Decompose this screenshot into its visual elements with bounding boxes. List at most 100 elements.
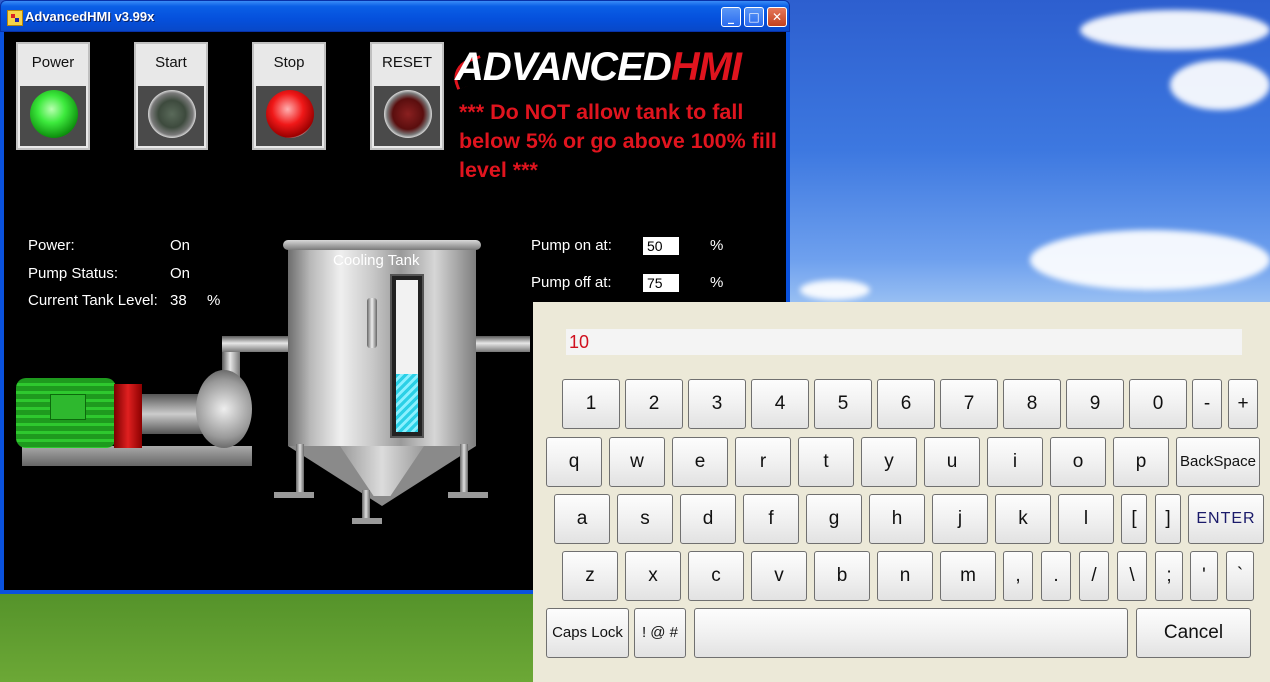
key-period[interactable]: .	[1041, 551, 1071, 601]
tank-title: Cooling Tank	[333, 252, 420, 269]
power-status-label: Power:	[28, 237, 75, 254]
logo-advanced: ADVANCED	[455, 45, 672, 89]
cancel-key[interactable]: Cancel	[1136, 608, 1251, 658]
key-v[interactable]: v	[751, 551, 807, 601]
power-status-value: On	[170, 237, 191, 254]
tank-level-gauge	[390, 274, 424, 438]
key-y[interactable]: y	[861, 437, 917, 487]
symbols-key[interactable]: ! @ #	[634, 608, 686, 658]
key-d[interactable]: d	[680, 494, 736, 544]
key-l[interactable]: l	[1058, 494, 1114, 544]
pump-status-label: Pump Status:	[28, 265, 119, 282]
space-key[interactable]	[694, 608, 1128, 658]
key-2[interactable]: 2	[625, 379, 683, 429]
caps-lock-key[interactable]: Caps Lock	[546, 608, 629, 658]
enter-key[interactable]: ENTER	[1188, 494, 1264, 544]
tank-leg	[460, 444, 468, 498]
title-bar[interactable]: AdvancedHMI v3.99x _ □ ✕	[0, 0, 790, 32]
key-quote[interactable]: '	[1190, 551, 1218, 601]
warning-message: *** Do NOT allow tank to fall below 5% o…	[459, 100, 777, 182]
key-u[interactable]: u	[924, 437, 980, 487]
close-button[interactable]: ✕	[767, 7, 787, 27]
cloud	[1170, 60, 1270, 110]
pump-on-label: Pump on at:	[531, 237, 612, 254]
key-z[interactable]: z	[562, 551, 618, 601]
keypad-input[interactable]: 10	[566, 329, 1242, 355]
key-3[interactable]: 3	[688, 379, 746, 429]
pump-on-unit: %	[710, 237, 724, 254]
key-slash[interactable]: /	[1079, 551, 1109, 601]
inlet-pipe	[222, 336, 298, 352]
window-title: AdvancedHMI v3.99x	[25, 9, 155, 24]
app-icon[interactable]	[7, 10, 23, 26]
key-semicolon[interactable]: ;	[1155, 551, 1183, 601]
advancedhmi-logo: ADVANCEDHMI	[455, 42, 742, 92]
pump-status-value: On	[170, 265, 191, 282]
key-r[interactable]: r	[735, 437, 791, 487]
key-8[interactable]: 8	[1003, 379, 1061, 429]
key-plus[interactable]: +	[1228, 379, 1258, 429]
key-t[interactable]: t	[798, 437, 854, 487]
tank-leg	[296, 444, 304, 498]
pump-off-label: Pump off at:	[531, 274, 612, 291]
key-minus[interactable]: -	[1192, 379, 1222, 429]
tank-level-fill	[396, 374, 418, 432]
minimize-button[interactable]: _	[721, 7, 741, 27]
stop-button[interactable]: Stop	[252, 42, 326, 150]
pump-coupling	[114, 384, 142, 448]
stop-button-label: Stop	[273, 54, 305, 71]
key-h[interactable]: h	[869, 494, 925, 544]
start-button[interactable]: Start	[134, 42, 208, 150]
key-p[interactable]: p	[1113, 437, 1169, 487]
pump-on-field[interactable]: 50	[643, 237, 679, 255]
key-comma[interactable]: ,	[1003, 551, 1033, 601]
key-5[interactable]: 5	[814, 379, 872, 429]
key-s[interactable]: s	[617, 494, 673, 544]
key-j[interactable]: j	[932, 494, 988, 544]
key-4[interactable]: 4	[751, 379, 809, 429]
key-n[interactable]: n	[877, 551, 933, 601]
key-1[interactable]: 1	[562, 379, 620, 429]
key-f[interactable]: f	[743, 494, 799, 544]
tank-level-value: 38	[170, 292, 187, 309]
maximize-button[interactable]: □	[744, 7, 764, 27]
key-backslash[interactable]: \	[1117, 551, 1147, 601]
red-pushbutton-icon	[384, 90, 432, 138]
key-lbracket[interactable]: [	[1121, 494, 1147, 544]
tank-level-unit: %	[207, 292, 221, 309]
key-q[interactable]: q	[546, 437, 602, 487]
reset-button-label: RESET	[381, 54, 432, 71]
key-i[interactable]: i	[987, 437, 1043, 487]
key-rbracket[interactable]: ]	[1155, 494, 1181, 544]
reset-button[interactable]: RESET	[370, 42, 444, 150]
green-indicator-light-icon	[30, 90, 78, 138]
key-g[interactable]: g	[806, 494, 862, 544]
tank-foot	[274, 492, 314, 498]
tank-lid	[283, 240, 481, 250]
tank-foot	[448, 492, 488, 498]
key-k[interactable]: k	[995, 494, 1051, 544]
key-e[interactable]: e	[672, 437, 728, 487]
key-w[interactable]: w	[609, 437, 665, 487]
motor-terminal-box	[50, 394, 86, 420]
cooling-tank	[288, 248, 476, 446]
key-b[interactable]: b	[814, 551, 870, 601]
cloud	[1030, 230, 1270, 290]
pump-off-field[interactable]: 75	[643, 274, 679, 292]
key-0[interactable]: 0	[1129, 379, 1187, 429]
key-6[interactable]: 6	[877, 379, 935, 429]
tank-level-label: Current Tank Level:	[28, 292, 158, 309]
pump-skid	[22, 446, 252, 466]
key-a[interactable]: a	[554, 494, 610, 544]
key-c[interactable]: c	[688, 551, 744, 601]
key-x[interactable]: x	[625, 551, 681, 601]
key-m[interactable]: m	[940, 551, 996, 601]
key-7[interactable]: 7	[940, 379, 998, 429]
key-9[interactable]: 9	[1066, 379, 1124, 429]
pump-head-icon	[196, 370, 252, 448]
key-o[interactable]: o	[1050, 437, 1106, 487]
backspace-key[interactable]: BackSpace	[1176, 437, 1260, 487]
key-backtick[interactable]: `	[1226, 551, 1254, 601]
power-button[interactable]: Power	[16, 42, 90, 150]
power-button-label: Power	[31, 54, 75, 71]
